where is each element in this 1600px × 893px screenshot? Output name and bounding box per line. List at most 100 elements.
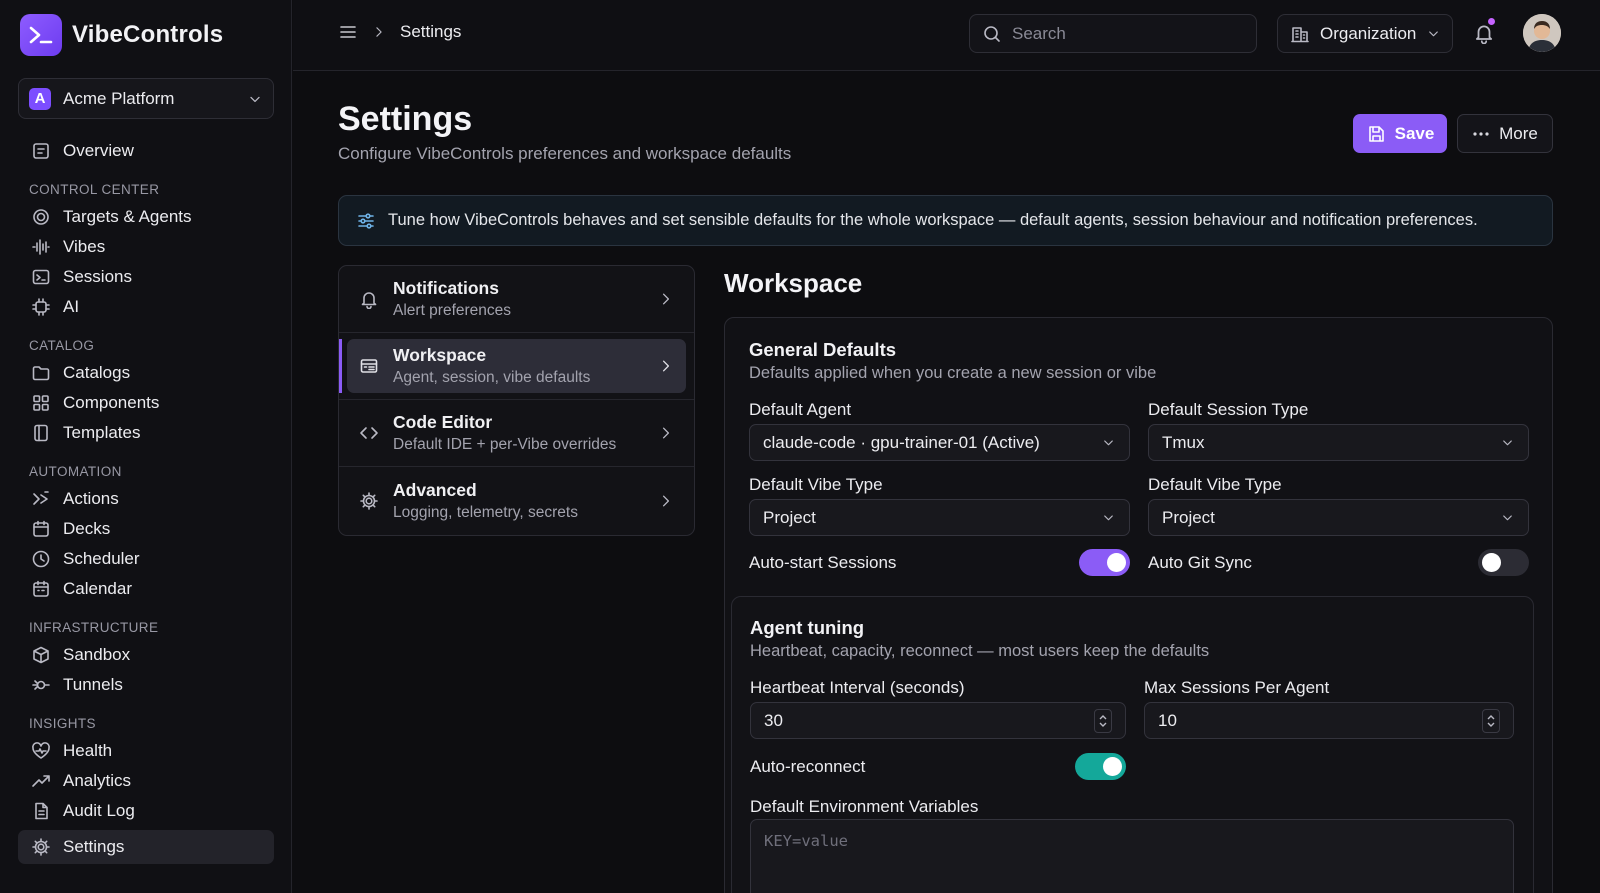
save-label: Save [1394,123,1435,143]
sidebar-item-scheduler[interactable]: Scheduler [18,544,274,574]
auto-reconnect-toggle[interactable] [1075,753,1126,780]
organization-button[interactable]: Organization [1277,14,1453,53]
chevron-down-icon [1104,440,1113,446]
menu-icon[interactable] [338,22,358,42]
max-sessions-input[interactable]: 10 [1144,702,1514,739]
vibe-type-select[interactable]: Project [749,499,1130,536]
settings-nav: Notifications Alert preferences Workspac… [338,265,695,536]
vibe-type-label: Default Vibe Type [749,475,883,494]
chevron-down-icon [1104,515,1113,521]
template-icon [34,424,48,442]
sidebar-item-label: Components [63,393,160,412]
info-text: Tune how VibeControls behaves and set se… [388,211,1478,229]
sidebar-item-health[interactable]: Health [18,736,274,766]
auto-git-label: Auto Git Sync [1148,553,1252,572]
page-subtitle: Configure VibeControls preferences and w… [338,144,792,163]
sidebar-nav: Overview CONTROL CENTER Targets & Agents… [18,136,274,864]
sidebar-item-catalogs[interactable]: Catalogs [18,358,274,388]
sidebar-item-label: Analytics [63,771,132,790]
sidebar-item-decks[interactable]: Decks [18,514,274,544]
number-stepper[interactable] [1094,708,1112,733]
building-icon [1291,26,1309,42]
terminal-logo-icon [20,14,62,56]
heartbeat-value: 30 [764,710,783,730]
toggle-knob [1103,757,1122,776]
chevron-right-icon [376,27,382,37]
search-icon [984,25,1000,42]
number-stepper[interactable] [1482,708,1500,733]
clock-icon [32,550,50,568]
sidebar-item-components[interactable]: Components [18,388,274,418]
workspace-icon [360,359,378,373]
actions-icon [33,491,49,505]
agent-tuning-title: Agent tuning [750,617,865,638]
calendar-icon [33,520,49,537]
avatar[interactable] [1523,14,1561,52]
sidebar-item-label: Calendar [63,579,132,598]
sidebar-item-label: Catalogs [63,363,131,382]
sidebar-item-tunnels[interactable]: Tunnels [18,670,274,700]
save-button[interactable]: Save [1353,114,1447,153]
vibe-type-value-secondary: Project [1162,507,1215,527]
settings-nav-advanced[interactable]: Advanced Logging, telemetry, secrets [339,467,694,534]
session-type-value: Tmux [1162,432,1205,452]
sidebar-item-settings[interactable]: Settings [18,830,274,864]
tunnel-icon [32,680,50,690]
gear-icon [360,491,378,510]
sidebar-item-templates[interactable]: Templates [18,418,274,448]
settings-nav-title: Advanced [393,479,477,500]
vibe-type-select-secondary[interactable]: Project [1148,499,1529,536]
settings-nav-notifications[interactable]: Notifications Alert preferences [339,266,694,333]
default-agent-select[interactable]: claude-code · gpu-trainer-01 (Active) [749,424,1130,461]
auto-start-toggle[interactable] [1079,549,1130,576]
general-defaults-card: General Defaults Defaults applied when y… [724,317,1553,893]
sidebar-item-overview[interactable]: Overview [18,136,274,166]
org-name: Acme Platform [63,88,175,108]
sidebar-item-label: Sessions [63,267,132,286]
sidebar-item-label: Audit Log [63,801,135,820]
page-title: Settings [338,100,473,138]
sidebar-item-vibes[interactable]: Vibes [18,232,274,262]
chevron-right-icon [662,360,670,372]
sidebar-item-label: Sandbox [63,645,131,664]
general-defaults-desc: Defaults applied when you create a new s… [749,364,1157,382]
settings-nav-desc: Alert preferences [393,302,512,319]
auto-start-label: Auto-start Sessions [749,553,897,572]
settings-nav-title: Notifications [393,278,499,298]
heartbeat-input[interactable]: 30 [750,702,1126,739]
auto-git-toggle[interactable] [1478,549,1529,576]
sidebar-item-label: Overview [63,141,134,160]
active-indicator [339,339,342,393]
notifications-button[interactable] [1473,18,1495,44]
settings-nav-code-editor[interactable]: Code Editor Default IDE + per-Vibe overr… [339,400,694,467]
sidebar-item-sessions[interactable]: Sessions [18,262,274,292]
terminal-icon [32,269,50,285]
sidebar-item-ai[interactable]: AI [18,292,274,322]
org-selector[interactable]: A Acme Platform [18,78,274,119]
sidebar-item-analytics[interactable]: Analytics [18,766,274,796]
sidebar-item-sandbox[interactable]: Sandbox [18,640,274,670]
sidebar-item-label: Settings [63,837,125,856]
brand[interactable]: VibeControls [20,14,223,56]
settings-nav-workspace[interactable]: Workspace Agent, session, vibe defaults [339,333,694,400]
env-vars-textarea[interactable]: KEY=value [750,819,1514,893]
user-avatar-icon [1523,14,1561,52]
settings-nav-title: Workspace [393,345,487,365]
organization-label: Organization [1320,23,1417,43]
info-banner: Tune how VibeControls behaves and set se… [338,195,1553,246]
more-button[interactable]: More [1457,114,1553,153]
sidebar-item-actions[interactable]: Actions [18,484,274,514]
search-input[interactable]: Search [969,14,1257,53]
sidebar-item-label: Targets & Agents [63,207,192,226]
trend-icon [32,775,50,787]
folder-icon [32,366,50,381]
default-agent-label: Default Agent [749,400,852,419]
notification-dot [1488,18,1495,25]
sidebar-item-calendar[interactable]: Calendar [18,574,274,604]
sidebar-item-audit-log[interactable]: Audit Log [18,796,274,826]
calendar-icon [33,580,49,597]
sidebar-item-targets-agents[interactable]: Targets & Agents [18,202,274,232]
nav-section-title: AUTOMATION [29,464,122,479]
section-title: Workspace [724,268,863,298]
session-type-select[interactable]: Tmux [1148,424,1529,461]
